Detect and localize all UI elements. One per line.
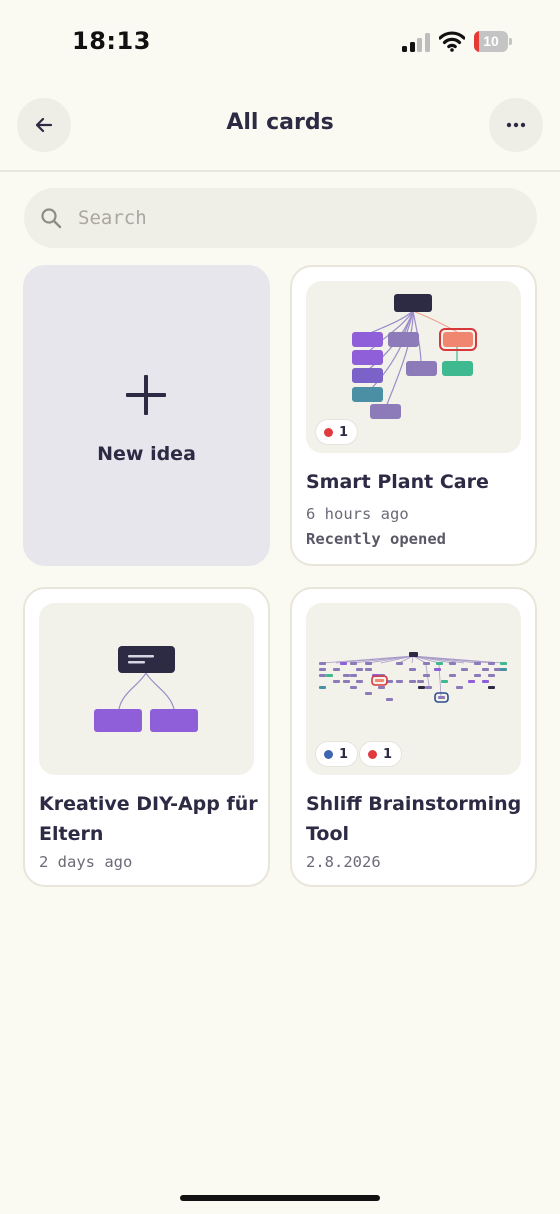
badge-pill: 1 <box>315 741 359 767</box>
mindmap-thumbnail: 1 <box>306 281 521 453</box>
wifi-icon <box>439 31 465 52</box>
new-idea-card[interactable]: New idea <box>23 265 270 566</box>
status-bar: 18:13 10 <box>0 0 560 84</box>
card-status: Recently opened <box>306 530 446 548</box>
badge-pill: 1 <box>359 741 403 767</box>
idea-card-kreative-diy-app[interactable]: Kreative DIY-App für Eltern 2 days ago <box>23 587 270 887</box>
blue-dot-icon <box>324 749 333 759</box>
more-options-button[interactable] <box>489 98 543 152</box>
card-time: 2 days ago <box>39 853 133 871</box>
search-bar <box>24 188 537 248</box>
card-title: Smart Plant Care <box>306 471 489 493</box>
badge-pill: 1 <box>315 419 359 445</box>
ellipsis-icon <box>506 122 526 128</box>
plus-icon <box>126 375 166 415</box>
page-title: All cards <box>226 110 334 135</box>
header: All cards <box>0 96 560 156</box>
new-idea-label: New idea <box>97 443 196 465</box>
mindmap-thumbnail <box>39 603 254 775</box>
cellular-signal-icon <box>402 32 430 52</box>
search-icon <box>41 208 62 229</box>
card-title: Kreative DIY-App für Eltern <box>39 793 258 845</box>
status-time: 18:13 <box>72 27 151 55</box>
mindmap-thumbnail: 1 1 <box>306 603 521 775</box>
battery-level: 10 <box>483 33 499 49</box>
red-dot-icon <box>368 749 377 759</box>
card-time: 2.8.2026 <box>306 853 381 871</box>
idea-card-shliff-brainstorming-tool[interactable]: 1 1 Shliff Brainstorming Tool 2.8.2026 <box>290 587 537 887</box>
mindmap-preview-icon <box>94 646 198 732</box>
card-title: Shliff Brainstorming Tool <box>306 793 522 845</box>
idea-card-smart-plant-care[interactable]: 1 Smart Plant Care 6 hours ago Recently … <box>290 265 537 566</box>
red-dot-icon <box>324 427 333 437</box>
home-indicator[interactable] <box>180 1195 380 1201</box>
header-divider <box>0 170 560 172</box>
badge-count: 1 <box>339 424 349 440</box>
search-input[interactable] <box>24 188 537 248</box>
battery-icon: 10 <box>474 31 512 52</box>
card-time: 6 hours ago <box>306 505 409 523</box>
badge-count: 1 <box>339 746 349 762</box>
badge-count: 1 <box>383 746 393 762</box>
